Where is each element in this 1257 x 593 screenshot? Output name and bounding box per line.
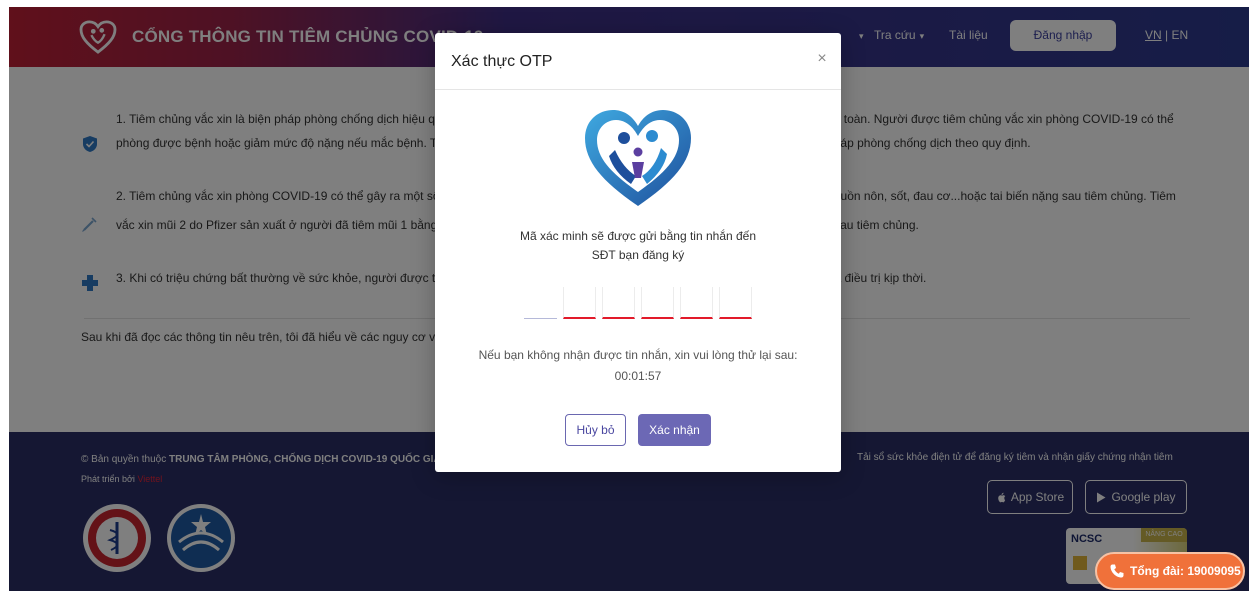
otp-digit-5[interactable] [680, 287, 713, 319]
modal-title: Xác thực OTP [451, 53, 553, 70]
hotline-button[interactable]: Tổng đài: 19009095 [1095, 552, 1245, 590]
countdown-timer: 00:01:57 [614, 369, 662, 383]
vaccine-heart-logo-icon [585, 110, 691, 206]
otp-digit-2[interactable] [563, 287, 596, 319]
otp-message: Mã xác minh sẽ được gửi bằng tin nhắn đế… [435, 227, 841, 265]
otp-digit-3[interactable] [602, 287, 635, 319]
otp-digit-4[interactable] [641, 287, 674, 319]
retry-text: Nếu bạn không nhận được tin nhắn, xin vu… [478, 348, 798, 362]
otp-modal: Xác thực OTP × Mã xác minh sẽ được gửi b… [435, 33, 841, 472]
modal-header-divider [435, 89, 841, 90]
otp-digit-6[interactable] [719, 287, 752, 319]
retry-info: Nếu bạn không nhận được tin nhắn, xin vu… [435, 345, 841, 387]
otp-message-line2: SĐT bạn đăng ký [591, 248, 685, 262]
page: CỔNG THÔNG TIN TIÊM CHỦNG COVID-19 ▾ Tra… [9, 7, 1249, 591]
close-icon[interactable]: × [814, 49, 830, 69]
otp-digit-1[interactable] [524, 287, 557, 319]
hotline-label: Tổng đài: 19009095 [1130, 564, 1241, 578]
cancel-button[interactable]: Hủy bỏ [565, 414, 626, 446]
phone-icon [1110, 564, 1124, 578]
confirm-button[interactable]: Xác nhận [638, 414, 711, 446]
otp-message-line1: Mã xác minh sẽ được gửi bằng tin nhắn đế… [519, 229, 757, 243]
